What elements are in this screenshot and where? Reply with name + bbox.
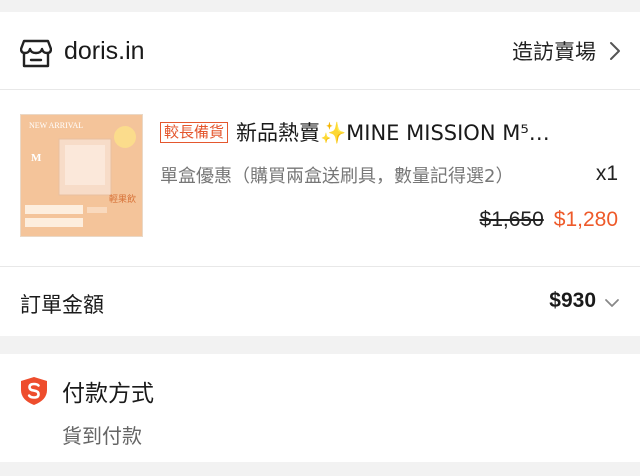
shop-header: doris.in 造訪賣場 — [0, 12, 640, 90]
product-image: NEW ARRIVAL M 輕果飲 — [21, 115, 142, 236]
sale-price: $1,280 — [553, 208, 618, 231]
order-total-value: $930 — [549, 289, 596, 312]
payment-method[interactable]: 貨到付款 — [62, 420, 142, 449]
order-total-row[interactable]: 訂單金額 $930 — [0, 266, 640, 336]
price-row: $1,650 $1,280 — [480, 208, 618, 232]
thumbnail-logo: M — [31, 152, 42, 164]
product-quantity: x1 — [595, 162, 618, 185]
original-price: $1,650 — [479, 208, 544, 231]
shield-s-icon — [21, 377, 47, 405]
product-thumbnail[interactable]: NEW ARRIVAL M 輕果飲 — [20, 114, 143, 237]
product-variant: 單盒優惠（購買兩盒送刷具，數量記得選2） — [160, 166, 514, 187]
store-icon — [20, 39, 52, 68]
product-title: 新品熱賣✨MINE MISSION M⁵… — [236, 121, 550, 145]
thumbnail-banner: NEW ARRIVAL — [29, 121, 83, 130]
payment-title: 付款方式 — [62, 381, 154, 407]
visit-store-button[interactable]: 造訪賣場 — [512, 34, 622, 68]
shop-order-card: doris.in 造訪賣場 NEW ARRIVAL M 輕果飲 較長備貨 新品熱… — [0, 12, 640, 336]
order-total-label: 訂單金額 — [20, 293, 104, 317]
visit-store-label: 造訪賣場 — [512, 40, 596, 64]
preorder-tag: 較長備貨 — [160, 121, 229, 143]
product-title-row[interactable]: 較長備貨 新品熱賣✨MINE MISSION M⁵… — [160, 115, 620, 149]
thumbnail-sticker: 輕果飲 — [109, 193, 136, 205]
chevron-right-icon — [610, 42, 620, 60]
payment-card[interactable]: 付款方式 貨到付款 — [0, 354, 640, 462]
shop-name[interactable]: doris.in — [64, 34, 145, 68]
chevron-down-icon[interactable] — [604, 297, 620, 309]
